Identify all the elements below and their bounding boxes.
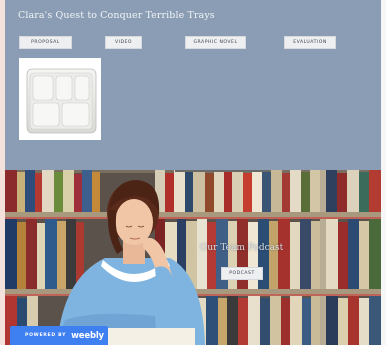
nav-evaluation-button[interactable]: EVALUATION	[284, 36, 336, 49]
nav-video-button[interactable]: VIDEO	[105, 36, 142, 49]
nav-graphic-novel-button[interactable]: GRAPHIC NOVEL	[185, 36, 246, 49]
page-scroll-indicator[interactable]	[175, 170, 270, 172]
powered-by-weebly-badge[interactable]: POWERED BY weebly	[10, 326, 108, 345]
site-title[interactable]: Clara's Quest to Conquer Terrible Trays	[18, 10, 215, 21]
site-header: Clara's Quest to Conquer Terrible Trays …	[5, 0, 381, 170]
bookshelf-photo	[5, 170, 381, 345]
lunch-tray-image	[19, 58, 101, 140]
weebly-logo: weebly	[71, 330, 104, 341]
podcast-title: Our Team Podcast	[200, 243, 284, 253]
podcast-hero: Our Team Podcast PODCAST	[5, 170, 381, 345]
nav-proposal-button[interactable]: PROPOSAL	[19, 36, 72, 49]
podcast-button[interactable]: PODCAST	[221, 267, 263, 280]
page-right-edge	[381, 0, 386, 345]
badge-powered-by-text: POWERED BY	[25, 333, 67, 338]
